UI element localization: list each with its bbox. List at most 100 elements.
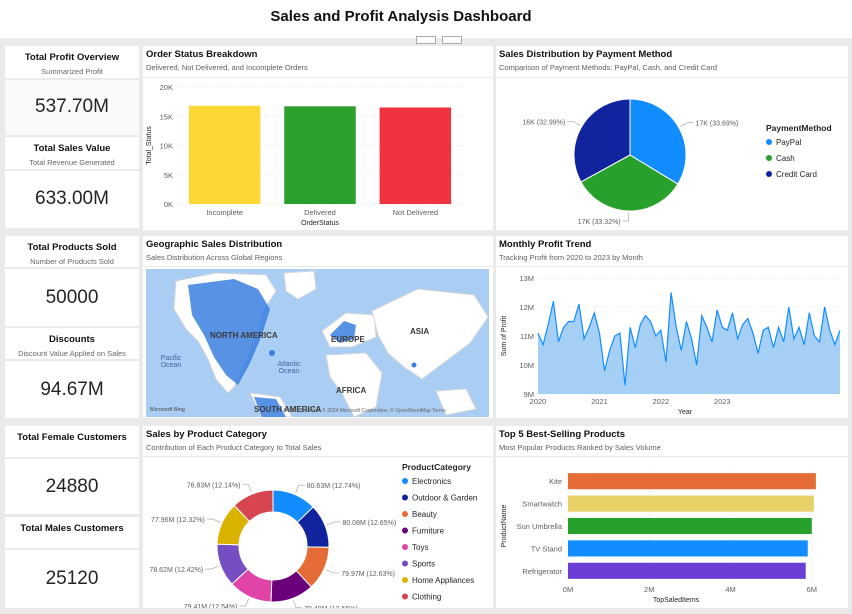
map-copyright[interactable]: © 2024 TomTom, © 2024 Microsoft Corporat… — [283, 408, 446, 414]
title-bar: Sales and Profit Analysis Dashboard — [0, 0, 852, 44]
leader-line — [239, 598, 250, 607]
slice-data-label: 77.96M (12.32%) — [151, 517, 205, 524]
kpi-value: 537.70M — [35, 96, 109, 117]
order-status-visual[interactable]: Order Status Breakdown Delivered, Not De… — [143, 46, 493, 230]
y-tick-label: 15K — [160, 112, 173, 121]
legend-marker — [402, 544, 408, 550]
y-tick-label: 12M — [519, 303, 534, 312]
y-tick-label: Sun Umbrella — [517, 522, 563, 531]
city-marker — [411, 362, 417, 368]
leader-line — [622, 212, 630, 222]
top5-visual[interactable]: Top 5 Best-Selling Products Most Popular… — [496, 426, 848, 608]
kpi-sales-card[interactable]: 633.00M — [5, 171, 139, 228]
map-label-north-america: NORTH AMERICA — [210, 331, 278, 340]
visual-subtitle: Tracking Profit from 2020 to 2023 by Mon… — [499, 253, 643, 262]
slice-data-label: 17K (33.69%) — [696, 121, 739, 128]
bar-smartwatch — [568, 495, 814, 512]
kpi-female-card[interactable]: 24880 — [5, 459, 139, 514]
kpi-value: 94.67M — [40, 379, 104, 400]
slice-data-label: 16K (32.99%) — [522, 119, 565, 126]
kpi-female-header: Total Female Customers — [5, 426, 139, 457]
kpi-male-card[interactable]: 25120 — [5, 550, 139, 608]
payment-visual[interactable]: Sales Distribution by Payment Method Com… — [496, 46, 848, 230]
legend-marker — [402, 527, 408, 534]
bar-incomplete — [188, 105, 261, 204]
monthly-profit-chart[interactable]: 9M10M11M12M13M2020 2021 2022 2023YearSum of… — [496, 268, 848, 418]
x-tick-label: 2022 — [653, 397, 670, 406]
y-axis-title: Sum of Profit — [501, 316, 508, 357]
visual-title: Sales Distribution by Payment Method — [499, 49, 673, 60]
legend-item: Toys — [412, 543, 428, 552]
y-tick-label: 10K — [160, 142, 173, 151]
x-tick-label: 2023 — [714, 397, 731, 406]
y-tick-label: 10M — [519, 361, 534, 370]
map-label-pacific: Pacific Ocean — [160, 355, 182, 369]
visual-subtitle: Contribution of Each Product Category to… — [146, 443, 322, 452]
legend-marker — [766, 139, 772, 145]
slice-data-label: 17K (33.32%) — [578, 219, 621, 226]
order-status-chart[interactable]: 0K 5K 10K 15K 20K Incomplete Delivered Not Deli… — [143, 79, 493, 229]
legend-marker — [402, 560, 408, 567]
kpi-title: Discounts — [49, 334, 95, 345]
x-tick-label: Delivered — [304, 208, 336, 217]
x-axis-title: TopSaledItems — [653, 597, 700, 604]
category-visual[interactable]: Sales by Product Category Contribution o… — [143, 426, 493, 608]
kpi-profit-card[interactable]: 537.70M — [5, 80, 139, 135]
bing-logo: Microsoft Bing — [150, 407, 185, 413]
focus-mode-icon[interactable] — [416, 36, 436, 44]
y-axis-title: ProductName — [501, 504, 508, 547]
y-axis-title: Total_Status — [146, 126, 153, 165]
legend-item: Clothing — [412, 593, 441, 602]
visual-title: Order Status Breakdown — [146, 49, 258, 60]
x-tick-label: 6M — [807, 585, 817, 594]
slice-data-label: 79.49M (12.56%) — [304, 606, 358, 608]
map-label-africa: AFRICA — [336, 386, 367, 395]
kpi-discounts-card[interactable]: 94.67M — [5, 361, 139, 418]
legend-marker — [402, 478, 408, 484]
visual-subtitle: Most Popular Products Ranked by Sales Vo… — [499, 443, 661, 452]
legend-marker — [402, 593, 408, 600]
y-tick-label: 11M — [520, 332, 534, 341]
kpi-products-card[interactable]: 50000 — [5, 269, 139, 326]
divider — [496, 77, 848, 78]
bar-delivered — [284, 106, 356, 204]
monthly-visual[interactable]: Monthly Profit Trend Tracking Profit fro… — [496, 236, 848, 418]
kpi-subtitle: Summarized Profit — [41, 67, 103, 76]
legend-item: Sports — [412, 560, 435, 569]
leader-line — [206, 518, 221, 523]
map-label-asia: ASIA — [410, 327, 430, 336]
top5-bar-chart[interactable]: 0M 2M 4M 6M Kite Smartwatch Sun Umbrella TV Sta… — [496, 458, 848, 608]
x-tick-label: 2020 — [530, 397, 547, 406]
world-map[interactable]: NORTH AMERICA EUROPE ASIA AFRICA SOUTH A… — [146, 269, 489, 417]
x-tick-label: Incomplete — [206, 208, 243, 217]
bar-not-delivered — [379, 107, 452, 204]
geo-visual[interactable]: Geographic Sales Distribution Sales Dist… — [143, 236, 493, 418]
more-options-icon[interactable] — [442, 36, 462, 44]
legend-item: Cash — [776, 154, 795, 163]
leader-line — [295, 484, 305, 493]
visual-title: Sales by Product Category — [146, 429, 267, 440]
legend-item: Furniture — [412, 527, 445, 536]
category-donut-chart[interactable]: 80.63M (12.74%) 80.08M (12.65%) 79.97M (12… — [143, 458, 493, 608]
x-axis-title: OrderStatus — [301, 220, 339, 227]
kpi-value: 633.00M — [35, 188, 109, 209]
leader-line — [326, 521, 341, 526]
kpi-title: Total Males Customers — [20, 523, 124, 534]
y-tick-label: Smartwatch — [522, 500, 562, 509]
x-tick-label: 2021 — [591, 397, 608, 406]
y-tick-label: TV Stand — [531, 544, 562, 553]
slice-data-label: 80.08M (12.65%) — [342, 520, 396, 527]
kpi-value: 24880 — [45, 476, 99, 497]
bar-refrigerator — [568, 562, 806, 579]
kpi-sales-header: Total Sales Value Total Revenue Generate… — [5, 137, 139, 169]
kpi-subtitle: Discount Value Applied on Sales — [18, 349, 126, 358]
y-tick-label: 20K — [160, 83, 173, 92]
kpi-products-header: Total Products Sold Number of Products S… — [5, 236, 139, 267]
slice-data-label: 78.62M (12.42%) — [149, 567, 203, 574]
legend-title: PaymentMethod — [766, 123, 832, 133]
legend-item: Outdoor & Garden — [412, 494, 477, 503]
kpi-title: Total Sales Value — [33, 143, 111, 154]
x-tick-label: 0M — [563, 585, 573, 594]
kpi-profit-header: Total Profit Overview Summarized Profit — [5, 46, 139, 78]
payment-pie-chart[interactable]: 17K (33.69%) 17K (33.32%) 16K (32.99%) Paym… — [496, 79, 848, 229]
